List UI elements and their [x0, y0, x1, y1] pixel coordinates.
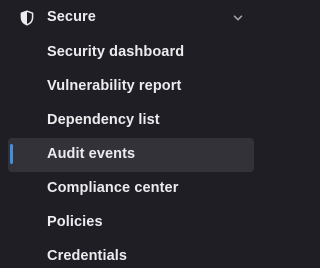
nav-item-label: Policies: [47, 214, 103, 230]
active-indicator: [10, 144, 13, 164]
section-label: Secure: [47, 9, 96, 25]
secure-section-header[interactable]: Secure: [0, 0, 257, 36]
nav-item-label: Audit events: [47, 146, 136, 162]
nav-item-label: Security dashboard: [47, 44, 185, 60]
nav-item-label: Credentials: [47, 248, 128, 264]
nav-item-security-dashboard[interactable]: Security dashboard: [8, 36, 254, 70]
nav-item-audit-events[interactable]: Audit events: [8, 138, 254, 172]
nav-item-label: Vulnerability report: [47, 78, 182, 94]
sidebar: Secure Security dashboard Vulnerability …: [0, 0, 257, 268]
shield-icon: [20, 10, 34, 26]
nav-list: Security dashboard Vulnerability report …: [0, 36, 257, 268]
nav-item-label: Compliance center: [47, 180, 179, 196]
nav-item-policies[interactable]: Policies: [8, 206, 254, 240]
nav-item-label: Dependency list: [47, 112, 160, 128]
chevron-down-icon[interactable]: [231, 11, 245, 25]
nav-item-vulnerability-report[interactable]: Vulnerability report: [8, 70, 254, 104]
nav-item-compliance-center[interactable]: Compliance center: [8, 172, 254, 206]
nav-item-credentials[interactable]: Credentials: [8, 240, 254, 268]
nav-item-dependency-list[interactable]: Dependency list: [8, 104, 254, 138]
